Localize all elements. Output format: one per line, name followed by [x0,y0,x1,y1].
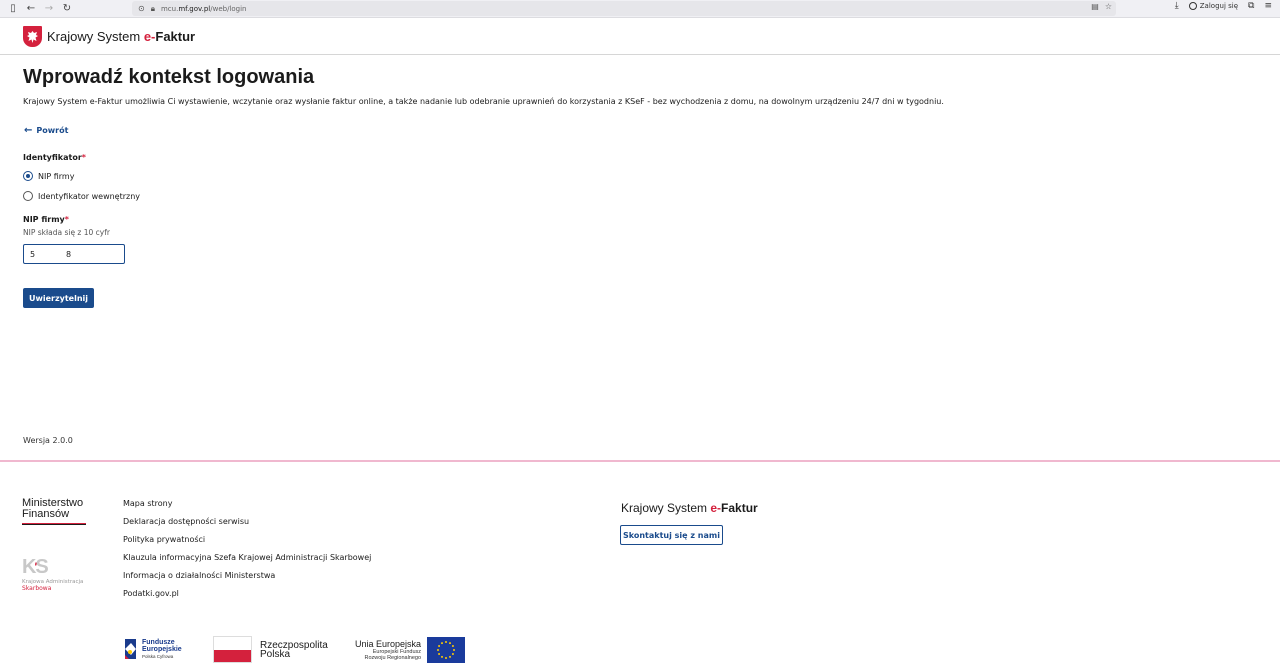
forward-arrow-icon[interactable]: → [40,1,58,17]
app-brand-logo[interactable]: Krajowy System e-Faktur [47,29,195,44]
address-bar[interactable]: ⊙ 🔒︎ mcu.mf.gov.pl/web/login ▤ ☆ [132,1,1116,16]
kas-logo-line2: Skarbowa [22,585,52,592]
authenticate-button[interactable]: Uwierzytelnij [23,288,94,308]
identifier-label: Identyfikator* [23,153,86,162]
required-mark: * [81,153,86,162]
eu-star-icon [449,655,452,658]
lock-icon: 🔒︎ [150,3,155,13]
ministry-of-finance-logo[interactable]: Ministerstwo Finansów [22,498,86,525]
eu-star-icon [437,649,440,651]
footer-brand-faktur: Faktur [721,501,758,515]
european-funds-line2: Europejskie [142,645,182,653]
european-funds-line1: Fundusze [142,638,175,646]
european-funds-line3: Polska Cyfrowa [142,653,174,659]
eu-star-icon [445,641,448,643]
eu-logo-line1: Unia Europejska [355,639,422,649]
polish-eagle-emblem-icon [23,26,42,47]
back-link[interactable]: ← Powrót [24,125,68,136]
european-funds-logo: Fundusze Europejskie Polska Cyfrowa [123,637,182,661]
eu-star-icon [451,653,454,655]
browser-toolbar: ▯ ← → ↻ ⊙ 🔒︎ mcu.mf.gov.pl/web/login ▤ ☆… [0,0,1280,18]
back-link-label: Powrót [36,126,69,135]
version-text: Wersja 2.0.0 [23,436,73,445]
kas-emblem-icon: K′S [22,556,49,578]
bookmark-star-icon[interactable]: ☆ [1105,2,1112,11]
account-icon [1188,2,1197,10]
eu-star-icon [441,655,444,658]
downloads-icon[interactable]: ⤓ [1175,1,1179,11]
back-arrow-icon[interactable]: ← [22,1,40,17]
url-text: mcu.mf.gov.pl/web/login [160,4,247,13]
reload-icon[interactable]: ↻ [58,1,76,17]
eu-star-icon [451,645,454,647]
nip-label: NIP firmy* [23,215,69,224]
eu-flag-icon [427,637,466,663]
radio-identyfikator-wewnetrzny[interactable]: Identyfikator wewnętrzny [23,191,140,201]
brand-text-faktur: Faktur [155,29,196,44]
rp-logo-line2: Polska [260,648,291,660]
european-union-logo: Unia Europejska Europejski Fundusz Rozwo… [355,637,466,663]
site-info-icon[interactable]: ⊙ [138,4,145,13]
nip-input[interactable] [23,244,125,264]
radio-button-checked[interactable] [23,171,33,181]
brand-text-e: e- [143,29,156,44]
footer-link-privacy[interactable]: Polityka prywatności [123,535,371,553]
footer-brand-logo: Krajowy System e-Faktur [621,501,758,515]
account-login-label: Zaloguj się [1199,2,1239,10]
footer: Ministerstwo Finansów K′S Krajowa Admini… [0,460,1280,672]
footer-link-accessibility[interactable]: Deklaracja dostępności serwisu [123,517,371,535]
footer-link-podatki[interactable]: Podatki.gov.pl [123,589,371,607]
ministry-logo-bar [22,523,86,525]
radio-label: Identyfikator wewnętrzny [38,191,141,201]
account-login-button[interactable]: Zaloguj się [1188,2,1239,10]
footer-link-ministry-info[interactable]: Informacja o działalności Ministerstwa [123,571,371,589]
footer-brand-prefix: Krajowy System [621,501,711,515]
rzeczpospolita-polska-logo: Rzeczpospolita Polska [213,636,328,663]
contact-us-button[interactable]: Skontaktuj się z nami [620,525,723,545]
required-mark: * [64,215,69,224]
intro-text: Krajowy System e-Faktur umożliwia Ci wys… [23,97,944,106]
polish-flag-icon [213,636,252,663]
radio-button[interactable] [23,191,33,201]
page-title: Wprowadź kontekst logowania [23,66,315,88]
eu-star-icon [438,653,441,655]
sidebar-toggle-icon[interactable]: ▯ [4,1,22,17]
eu-star-icon [438,645,441,647]
footer-link-sitemap[interactable]: Mapa strony [123,499,371,517]
radio-label: NIP firmy [38,171,75,181]
eu-star-icon [453,649,456,651]
footer-links: Mapa strony Deklaracja dostępności serwi… [123,499,371,607]
footer-brand-e: e- [710,501,722,515]
arrow-left-icon: ← [24,125,33,136]
nip-label-text: NIP firmy [23,215,65,224]
reader-view-icon[interactable]: ▤ [1091,2,1099,11]
kas-logo[interactable]: K′S Krajowa Administracja Skarbowa [22,557,92,592]
european-funds-icon [123,637,138,661]
eu-star-icon [445,657,448,659]
radio-nip-firmy[interactable]: NIP firmy [23,171,74,181]
brand-text-prefix: Krajowy System [47,29,144,44]
nip-hint: NIP składa się z 10 cyfr [23,228,110,237]
menu-icon[interactable]: ≡ [1264,1,1272,11]
eu-star-icon [441,642,444,645]
eu-star-icon [449,642,452,645]
app-header: Krajowy System e-Faktur [0,19,1280,55]
extensions-icon[interactable]: ⧉ [1248,1,1254,11]
footer-link-kas-clause[interactable]: Klauzula informacyjna Szefa Krajowej Adm… [123,553,371,571]
identifier-label-text: Identyfikator [23,153,82,162]
eu-logo-line3: Rozwoju Regionalnego [364,655,422,661]
ministry-logo-line2: Finansów [22,508,70,520]
